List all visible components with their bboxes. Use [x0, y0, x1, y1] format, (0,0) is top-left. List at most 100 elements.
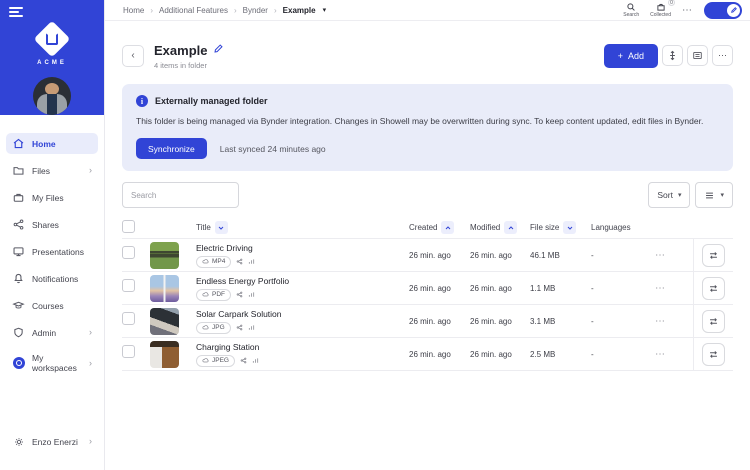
row-checkbox[interactable] [122, 279, 135, 293]
shield-icon [12, 326, 25, 339]
analytics-mini-icon [248, 324, 255, 331]
header-more-button[interactable]: ⋯ [712, 45, 733, 66]
table-row[interactable]: Solar Carpark Solution JPG 26 min. ago 2… [122, 305, 733, 339]
file-thumbnail [150, 274, 179, 302]
sidebar-item-my-workspaces[interactable]: My workspaces › [6, 349, 98, 377]
sidebar-item-notifications[interactable]: Notifications [6, 268, 98, 289]
sync-arrows-icon [710, 284, 717, 292]
logo-mark-icon [33, 20, 71, 58]
languages-cell: - [591, 316, 594, 326]
row-checkbox[interactable] [122, 312, 135, 326]
sort-button[interactable]: Sort ▾ [648, 182, 691, 209]
sort-modified-button[interactable] [504, 221, 518, 235]
sidebar-item-admin[interactable]: Admin › [6, 322, 98, 343]
info-icon: i [136, 95, 148, 107]
row-sync-button[interactable] [702, 276, 725, 300]
analytics-mini-icon [252, 357, 259, 364]
file-type-badge: JPEG [196, 354, 235, 367]
languages-cell: - [591, 283, 594, 293]
share-icon [12, 218, 25, 231]
sidebar-item-home[interactable]: Home [6, 133, 98, 154]
row-more-icon[interactable]: ⋯ [655, 316, 693, 327]
expand-rows-button[interactable] [662, 45, 683, 66]
created-cell: 26 min. ago [409, 316, 451, 326]
sort-title-button[interactable] [214, 221, 228, 235]
view-layout-button[interactable] [687, 45, 708, 66]
created-cell: 26 min. ago [409, 250, 451, 260]
languages-cell: - [591, 349, 594, 359]
column-created: Created [409, 223, 438, 233]
back-button[interactable]: ‹ [122, 44, 144, 67]
chevron-down-icon[interactable]: ▾ [323, 6, 327, 14]
row-sync-button[interactable] [702, 243, 725, 267]
sidebar-item-files[interactable]: Files › [6, 160, 98, 181]
select-all-checkbox[interactable] [122, 220, 135, 234]
edit-mode-toggle[interactable] [704, 1, 742, 19]
sidebar-item-label: Files [32, 165, 50, 176]
modified-cell: 26 min. ago [470, 283, 512, 293]
row-more-icon[interactable]: ⋯ [655, 283, 693, 294]
languages-cell: - [591, 250, 594, 260]
menu-icon[interactable] [9, 7, 23, 18]
sync-arrows-icon [710, 251, 717, 259]
sidebar-item-courses[interactable]: Courses [6, 295, 98, 316]
sidebar-item-presentations[interactable]: Presentations [6, 241, 98, 262]
search-input[interactable] [122, 182, 239, 209]
table-row[interactable]: Endless Energy Portfolio PDF 26 min. ago [122, 272, 733, 306]
banner-title: Externally managed folder [155, 96, 268, 106]
sidebar-item-shares[interactable]: Shares [6, 214, 98, 235]
avatar[interactable] [33, 77, 71, 115]
basket-icon [656, 3, 665, 11]
chevron-right-icon: › [150, 5, 154, 15]
sidebar-item-label: Courses [32, 300, 64, 311]
row-sync-button[interactable] [702, 342, 725, 366]
add-button[interactable]: + Add [603, 43, 658, 68]
file-type-badge: MP4 [196, 255, 232, 268]
collected-label: Collected [650, 12, 671, 18]
edit-title-icon[interactable] [213, 41, 224, 59]
more-menu-icon[interactable]: ⋯ [682, 5, 693, 16]
gear-icon [12, 435, 25, 448]
size-cell: 3.1 MB [530, 316, 556, 326]
chevron-down-icon: ▾ [677, 192, 682, 200]
file-thumbnail [150, 340, 179, 368]
created-cell: 26 min. ago [409, 349, 451, 359]
row-more-icon[interactable]: ⋯ [655, 349, 693, 360]
sync-arrows-icon [710, 317, 717, 325]
top-bar: Home › Additional Features › Bynder › Ex… [105, 0, 750, 21]
breadcrumb-example[interactable]: Example [283, 6, 316, 15]
size-cell: 46.1 MB [530, 250, 560, 260]
breadcrumb-home[interactable]: Home [123, 6, 144, 15]
breadcrumb-additional-features[interactable]: Additional Features [159, 6, 228, 15]
page-title: Example [154, 42, 208, 58]
sort-created-button[interactable] [441, 221, 455, 235]
main-area: Home › Additional Features › Bynder › Ex… [105, 0, 750, 470]
sidebar-item-my-files[interactable]: My Files [6, 187, 98, 208]
page-header: ‹ Example 4 items in folder + Add ⋯ [122, 41, 733, 70]
sort-size-button[interactable] [563, 221, 577, 235]
column-file-size: File size [530, 223, 560, 233]
search-button[interactable]: Search [623, 2, 639, 18]
monitor-icon [12, 245, 25, 258]
chevron-right-icon: › [233, 5, 237, 15]
app-window: ACME Home Files › My Files Shares Presen… [0, 0, 750, 470]
row-checkbox[interactable] [122, 345, 135, 359]
column-title: Title [196, 223, 211, 233]
table-row[interactable]: Electric Driving MP4 26 min. ago 26 min.… [122, 239, 733, 273]
collected-button[interactable]: 0 Collected [650, 0, 675, 18]
externally-managed-banner: i Externally managed folder This folder … [122, 84, 733, 172]
synchronize-button[interactable]: Synchronize [136, 138, 207, 160]
share-mini-icon [236, 324, 243, 331]
sidebar-item-label: My Files [32, 192, 64, 203]
row-sync-button[interactable] [702, 309, 725, 333]
file-type-label: PDF [212, 291, 225, 299]
list-view-button[interactable]: ▾ [695, 182, 733, 209]
sidebar-item-user-settings[interactable]: Enzo Enerzi › [6, 431, 98, 452]
table-row[interactable]: Charging Station JPEG 26 min. ago 26 min… [122, 338, 733, 372]
graduation-cap-icon [12, 299, 25, 312]
list-toolbar: Sort ▾ ▾ [122, 182, 733, 209]
folder-icon [12, 164, 25, 177]
breadcrumb-bynder[interactable]: Bynder [243, 6, 268, 15]
row-more-icon[interactable]: ⋯ [655, 250, 693, 261]
row-checkbox[interactable] [122, 246, 135, 260]
